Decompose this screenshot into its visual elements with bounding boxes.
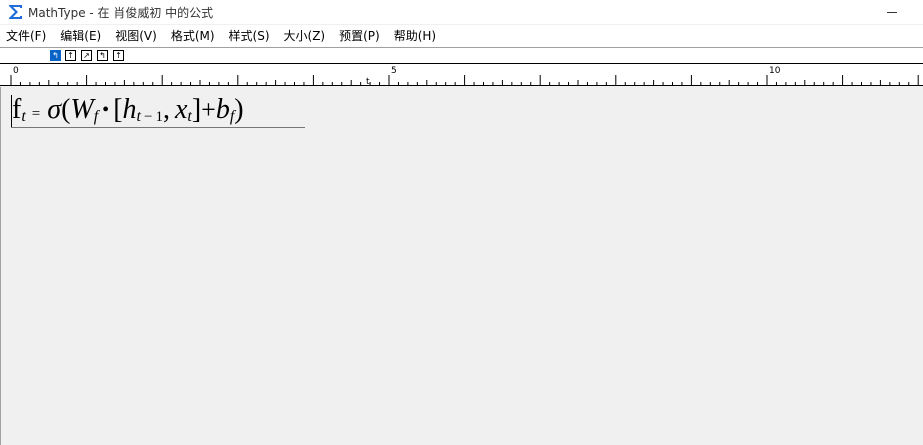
left-tab-button[interactable]: ↰	[50, 50, 61, 61]
eq-plus: +	[201, 95, 216, 124]
eq-bullet: •	[102, 99, 110, 121]
ruler-tab-marker: t	[366, 77, 370, 85]
eq-sub-t3: t	[187, 108, 192, 125]
minimize-button[interactable]	[883, 3, 901, 21]
title-bar: MathType - 在 肖俊威初 中的公式	[0, 0, 923, 24]
menu-file[interactable]: 文件(F)	[2, 26, 50, 46]
menu-format[interactable]: 格式(M)	[167, 26, 219, 46]
eq-sub-t2: t	[136, 108, 141, 125]
menu-view[interactable]: 视图(V)	[111, 26, 161, 46]
relation-tab-button[interactable]: ↰	[97, 50, 108, 61]
eq-x: x	[174, 94, 188, 125]
eq-sigma: σ	[47, 94, 62, 125]
center-tab-button[interactable]: ↑	[65, 50, 76, 61]
menu-size[interactable]: 大小(Z)	[280, 26, 330, 46]
window-title: MathType - 在 肖俊威初 中的公式	[28, 6, 214, 20]
ruler-label-0: 0	[13, 66, 19, 76]
eq-f: f	[12, 94, 22, 125]
menu-help[interactable]: 帮助(H)	[390, 26, 440, 46]
eq-lparen: (	[61, 94, 71, 125]
eq-equals: =	[31, 106, 41, 122]
ruler-label-10: 10	[769, 66, 781, 76]
ruler-ticks: 0 5 10 t	[10, 66, 919, 85]
equation[interactable]: f t = σ ( W f • [ h t − 1 , x t ] + b f …	[12, 94, 244, 128]
eq-sub-t: t	[21, 108, 26, 125]
menu-bar: 文件(F) 编辑(E) 视图(V) 格式(M) 样式(S) 大小(Z) 预置(P…	[0, 25, 923, 47]
equation-baseline-guide	[11, 127, 305, 128]
eq-lbracket: [	[113, 94, 123, 125]
eq-rparen: )	[234, 94, 244, 125]
eq-sub-f2: f	[229, 108, 235, 125]
tab-stop-toolbar: ↰ ↑ ↗ ↰ ↑	[0, 47, 923, 64]
eq-minus: −	[143, 109, 153, 125]
menu-edit[interactable]: 编辑(E)	[56, 26, 105, 46]
eq-W: W	[70, 94, 94, 125]
minimize-icon	[887, 11, 897, 13]
eq-b: b	[215, 94, 230, 125]
eq-sub-f: f	[93, 108, 99, 125]
ruler[interactable]: 0 5 10 t	[0, 63, 923, 86]
ruler-label-5: 5	[391, 66, 397, 76]
menu-style[interactable]: 样式(S)	[225, 26, 274, 46]
decimal-tab-button[interactable]: ↑	[113, 50, 124, 61]
eq-rbracket: ]	[191, 94, 202, 125]
menu-preferences[interactable]: 预置(P)	[335, 26, 384, 46]
eq-one: 1	[155, 109, 163, 125]
sigma-icon	[9, 5, 22, 19]
eq-comma: ,	[162, 94, 170, 125]
equation-canvas[interactable]: f t = σ ( W f • [ h t − 1 , x t ] + b f …	[0, 87, 923, 445]
eq-h: h	[122, 94, 137, 125]
right-tab-button[interactable]: ↗	[81, 50, 92, 61]
